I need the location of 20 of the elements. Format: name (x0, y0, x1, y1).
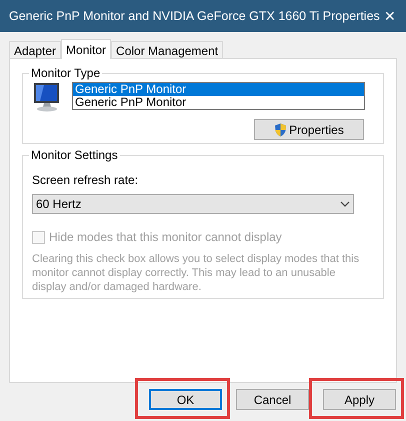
shield-icon (274, 122, 288, 136)
tab[interactable]: Adapter (9, 41, 62, 58)
dialog-button[interactable]: Apply (323, 389, 396, 410)
tab[interactable]: Monitor (61, 39, 112, 59)
group-title: Monitor Type (30, 67, 102, 79)
list-item[interactable]: Generic PnP Monitor (73, 96, 364, 109)
monitor-icon (32, 82, 62, 112)
list-item[interactable]: Generic PnP Monitor (73, 83, 364, 96)
refresh-rate-dropdown[interactable]: 60 Hertz (32, 194, 354, 214)
checkbox-label: Hide modes that this monitor cannot display (49, 229, 282, 246)
tab[interactable]: Color Management (111, 41, 224, 58)
description-text: Clearing this check box allows you to select display modes that this monitor cannot display correctly. This may lead to an unusable display and/or damaged hardware. (32, 252, 360, 294)
dialog-button[interactable]: OK (149, 389, 222, 410)
properties-button[interactable]: Properties (254, 119, 364, 140)
group-title: Monitor Settings (30, 149, 119, 161)
close-button[interactable]: ✕ (384, 9, 396, 23)
dialog-button[interactable]: Cancel (236, 389, 309, 410)
field-label: Screen refresh rate: (32, 172, 140, 189)
chevron-down-icon (340, 201, 350, 207)
window-title: Generic PnP Monitor and NVIDIA GeForce GTX 1660 Ti Properties (9, 8, 380, 25)
